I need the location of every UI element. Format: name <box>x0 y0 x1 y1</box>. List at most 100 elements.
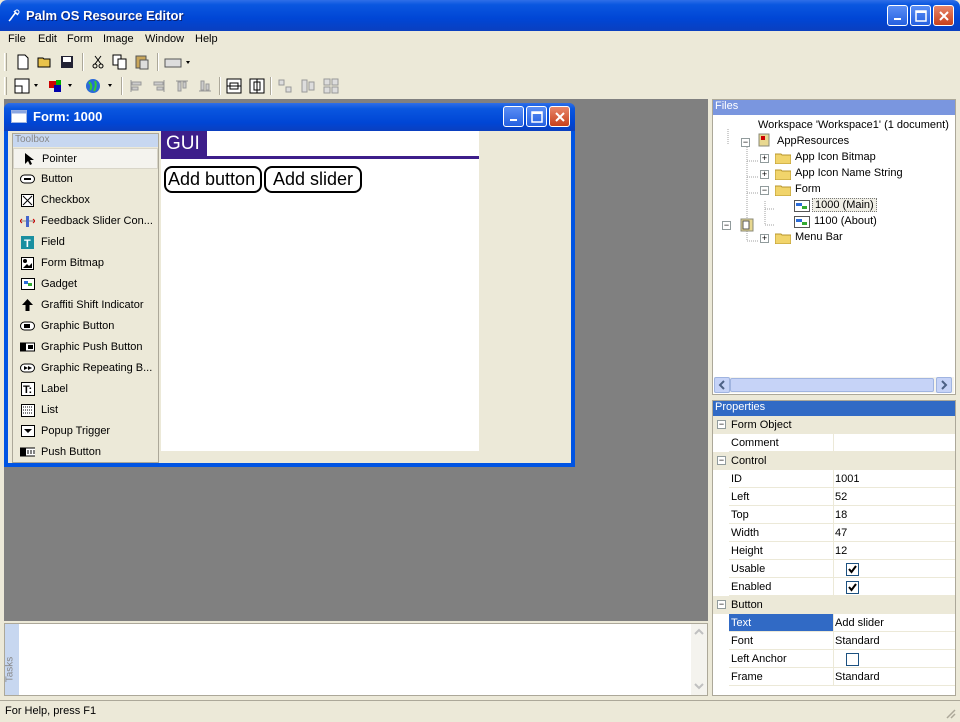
tree-expand-icon[interactable]: + <box>760 234 769 243</box>
new-icon[interactable] <box>14 53 32 71</box>
prop-row-width[interactable]: Width 47 <box>729 524 955 542</box>
form-title-bar[interactable]: Form: 1000 <box>4 103 575 131</box>
prop-row-left[interactable]: Left 52 <box>729 488 955 506</box>
prop-value[interactable]: Standard <box>835 671 880 683</box>
prop-row-text[interactable]: Text Add slider <box>729 614 955 632</box>
menu-file[interactable]: File <box>8 33 26 45</box>
palm-form-canvas[interactable]: GUI Add button Add slider <box>161 131 479 451</box>
tree-menu-bar[interactable]: Menu Bar <box>795 231 843 243</box>
align-right-icon[interactable] <box>150 77 168 95</box>
maximize-button[interactable] <box>910 5 931 26</box>
section-collapse-icon[interactable]: − <box>717 456 726 465</box>
tool-graphic-push-button[interactable]: Graphic Push Button <box>13 337 158 358</box>
menu-image[interactable]: Image <box>103 33 134 45</box>
tool-pointer[interactable]: Pointer <box>13 148 158 169</box>
copy-icon[interactable] <box>111 53 129 71</box>
cut-icon[interactable] <box>89 53 107 71</box>
tool-button[interactable]: Button <box>13 169 158 190</box>
color-dropdown-icon[interactable] <box>48 77 76 95</box>
scroll-left-icon[interactable] <box>714 377 730 393</box>
align-left-icon[interactable] <box>127 77 145 95</box>
toolbar-grip[interactable] <box>4 53 7 71</box>
section-button[interactable]: − Button <box>713 596 955 614</box>
tree-collapse-icon[interactable]: − <box>760 186 769 195</box>
align-bottom-icon[interactable] <box>196 77 214 95</box>
scroll-right-icon[interactable] <box>936 377 952 393</box>
tree-expand-icon[interactable]: + <box>760 170 769 179</box>
left-anchor-checkbox[interactable] <box>846 653 859 666</box>
scroll-thumb[interactable] <box>730 378 934 392</box>
prop-row-left-anchor[interactable]: Left Anchor <box>729 650 955 668</box>
tasks-vertical-scrollbar[interactable] <box>691 624 707 695</box>
menu-window[interactable]: Window <box>145 33 184 45</box>
center-horizontal-icon[interactable] <box>248 77 266 95</box>
prop-value[interactable]: 52 <box>835 491 847 503</box>
form-close-button[interactable] <box>549 106 570 127</box>
tool-graphic-button[interactable]: Graphic Button <box>13 316 158 337</box>
enabled-checkbox[interactable] <box>846 581 859 594</box>
prop-row-top[interactable]: Top 18 <box>729 506 955 524</box>
tool-popup-trigger[interactable]: Popup Trigger <box>13 421 158 442</box>
tool-feedback-slider[interactable]: Feedback Slider Con... <box>13 211 158 232</box>
tree-appresources[interactable]: AppResources <box>777 135 849 147</box>
scroll-up-icon[interactable] <box>693 626 705 638</box>
prop-value[interactable]: 1001 <box>835 473 859 485</box>
usable-checkbox[interactable] <box>846 563 859 576</box>
tree-form-1100[interactable]: 1100 (About) <box>814 215 877 227</box>
save-icon[interactable] <box>58 53 76 71</box>
tool-gadget[interactable]: Gadget <box>13 274 158 295</box>
prop-row-frame[interactable]: Frame Standard <box>729 668 955 686</box>
keyboard-dropdown-icon[interactable] <box>164 53 192 71</box>
section-collapse-icon[interactable]: − <box>717 420 726 429</box>
section-collapse-icon[interactable]: − <box>717 600 726 609</box>
tree-form[interactable]: Form <box>795 183 821 195</box>
palm-add-button[interactable]: Add button <box>164 166 262 193</box>
center-vertical-icon[interactable] <box>225 77 243 95</box>
tree-app-icon-name-string[interactable]: App Icon Name String <box>795 167 903 179</box>
prop-value[interactable]: 12 <box>835 545 847 557</box>
globe-dropdown-icon[interactable] <box>84 77 116 95</box>
prop-value[interactable]: Add slider <box>835 617 884 629</box>
prop-value[interactable]: 18 <box>835 509 847 521</box>
open-icon[interactable] <box>36 53 54 71</box>
scroll-down-icon[interactable] <box>693 680 705 692</box>
tool-graphic-repeating-button[interactable]: Graphic Repeating B... <box>13 358 158 379</box>
section-form-object[interactable]: − Form Object <box>713 416 955 434</box>
tree-collapse-icon[interactable]: − <box>722 221 731 230</box>
tool-field[interactable]: T Field <box>13 232 158 253</box>
tool-checkbox[interactable]: Checkbox <box>13 190 158 211</box>
menu-form[interactable]: Form <box>67 33 93 45</box>
prop-row-font[interactable]: Font Standard <box>729 632 955 650</box>
tool-form-bitmap[interactable]: Form Bitmap <box>13 253 158 274</box>
form-minimize-button[interactable] <box>503 106 524 127</box>
section-control[interactable]: − Control <box>713 452 955 470</box>
tree-app-icon-bitmap[interactable]: App Icon Bitmap <box>795 151 876 163</box>
tree-collapse-icon[interactable]: − <box>741 138 750 147</box>
minimize-button[interactable] <box>887 5 908 26</box>
prop-row-id[interactable]: ID 1001 <box>729 470 955 488</box>
menu-edit[interactable]: Edit <box>38 33 57 45</box>
files-horizontal-scrollbar[interactable] <box>714 377 954 393</box>
menu-help[interactable]: Help <box>195 33 218 45</box>
prop-value[interactable]: Standard <box>835 635 880 647</box>
arrange-icon[interactable] <box>322 77 340 95</box>
grid-dropdown-icon[interactable] <box>14 77 42 95</box>
space-down-icon[interactable] <box>299 77 317 95</box>
tree-form-1000[interactable]: 1000 (Main) <box>812 198 877 212</box>
prop-row-enabled[interactable]: Enabled <box>729 578 955 596</box>
palm-add-slider[interactable]: Add slider <box>264 166 362 193</box>
tool-graffiti-shift[interactable]: Graffiti Shift Indicator <box>13 295 158 316</box>
toolbar-grip[interactable] <box>4 77 7 95</box>
resize-grip-icon[interactable] <box>944 707 956 719</box>
prop-row-comment[interactable]: Comment <box>729 434 955 452</box>
paste-icon[interactable] <box>133 53 151 71</box>
align-top-icon[interactable] <box>173 77 191 95</box>
prop-value[interactable]: 47 <box>835 527 847 539</box>
prop-row-usable[interactable]: Usable <box>729 560 955 578</box>
space-across-icon[interactable] <box>276 77 294 95</box>
tree-expand-icon[interactable]: + <box>760 154 769 163</box>
tool-push-button[interactable]: Push Button <box>13 442 158 463</box>
form-maximize-button[interactable] <box>526 106 547 127</box>
close-button[interactable] <box>933 5 954 26</box>
tool-label[interactable]: T: Label <box>13 379 158 400</box>
